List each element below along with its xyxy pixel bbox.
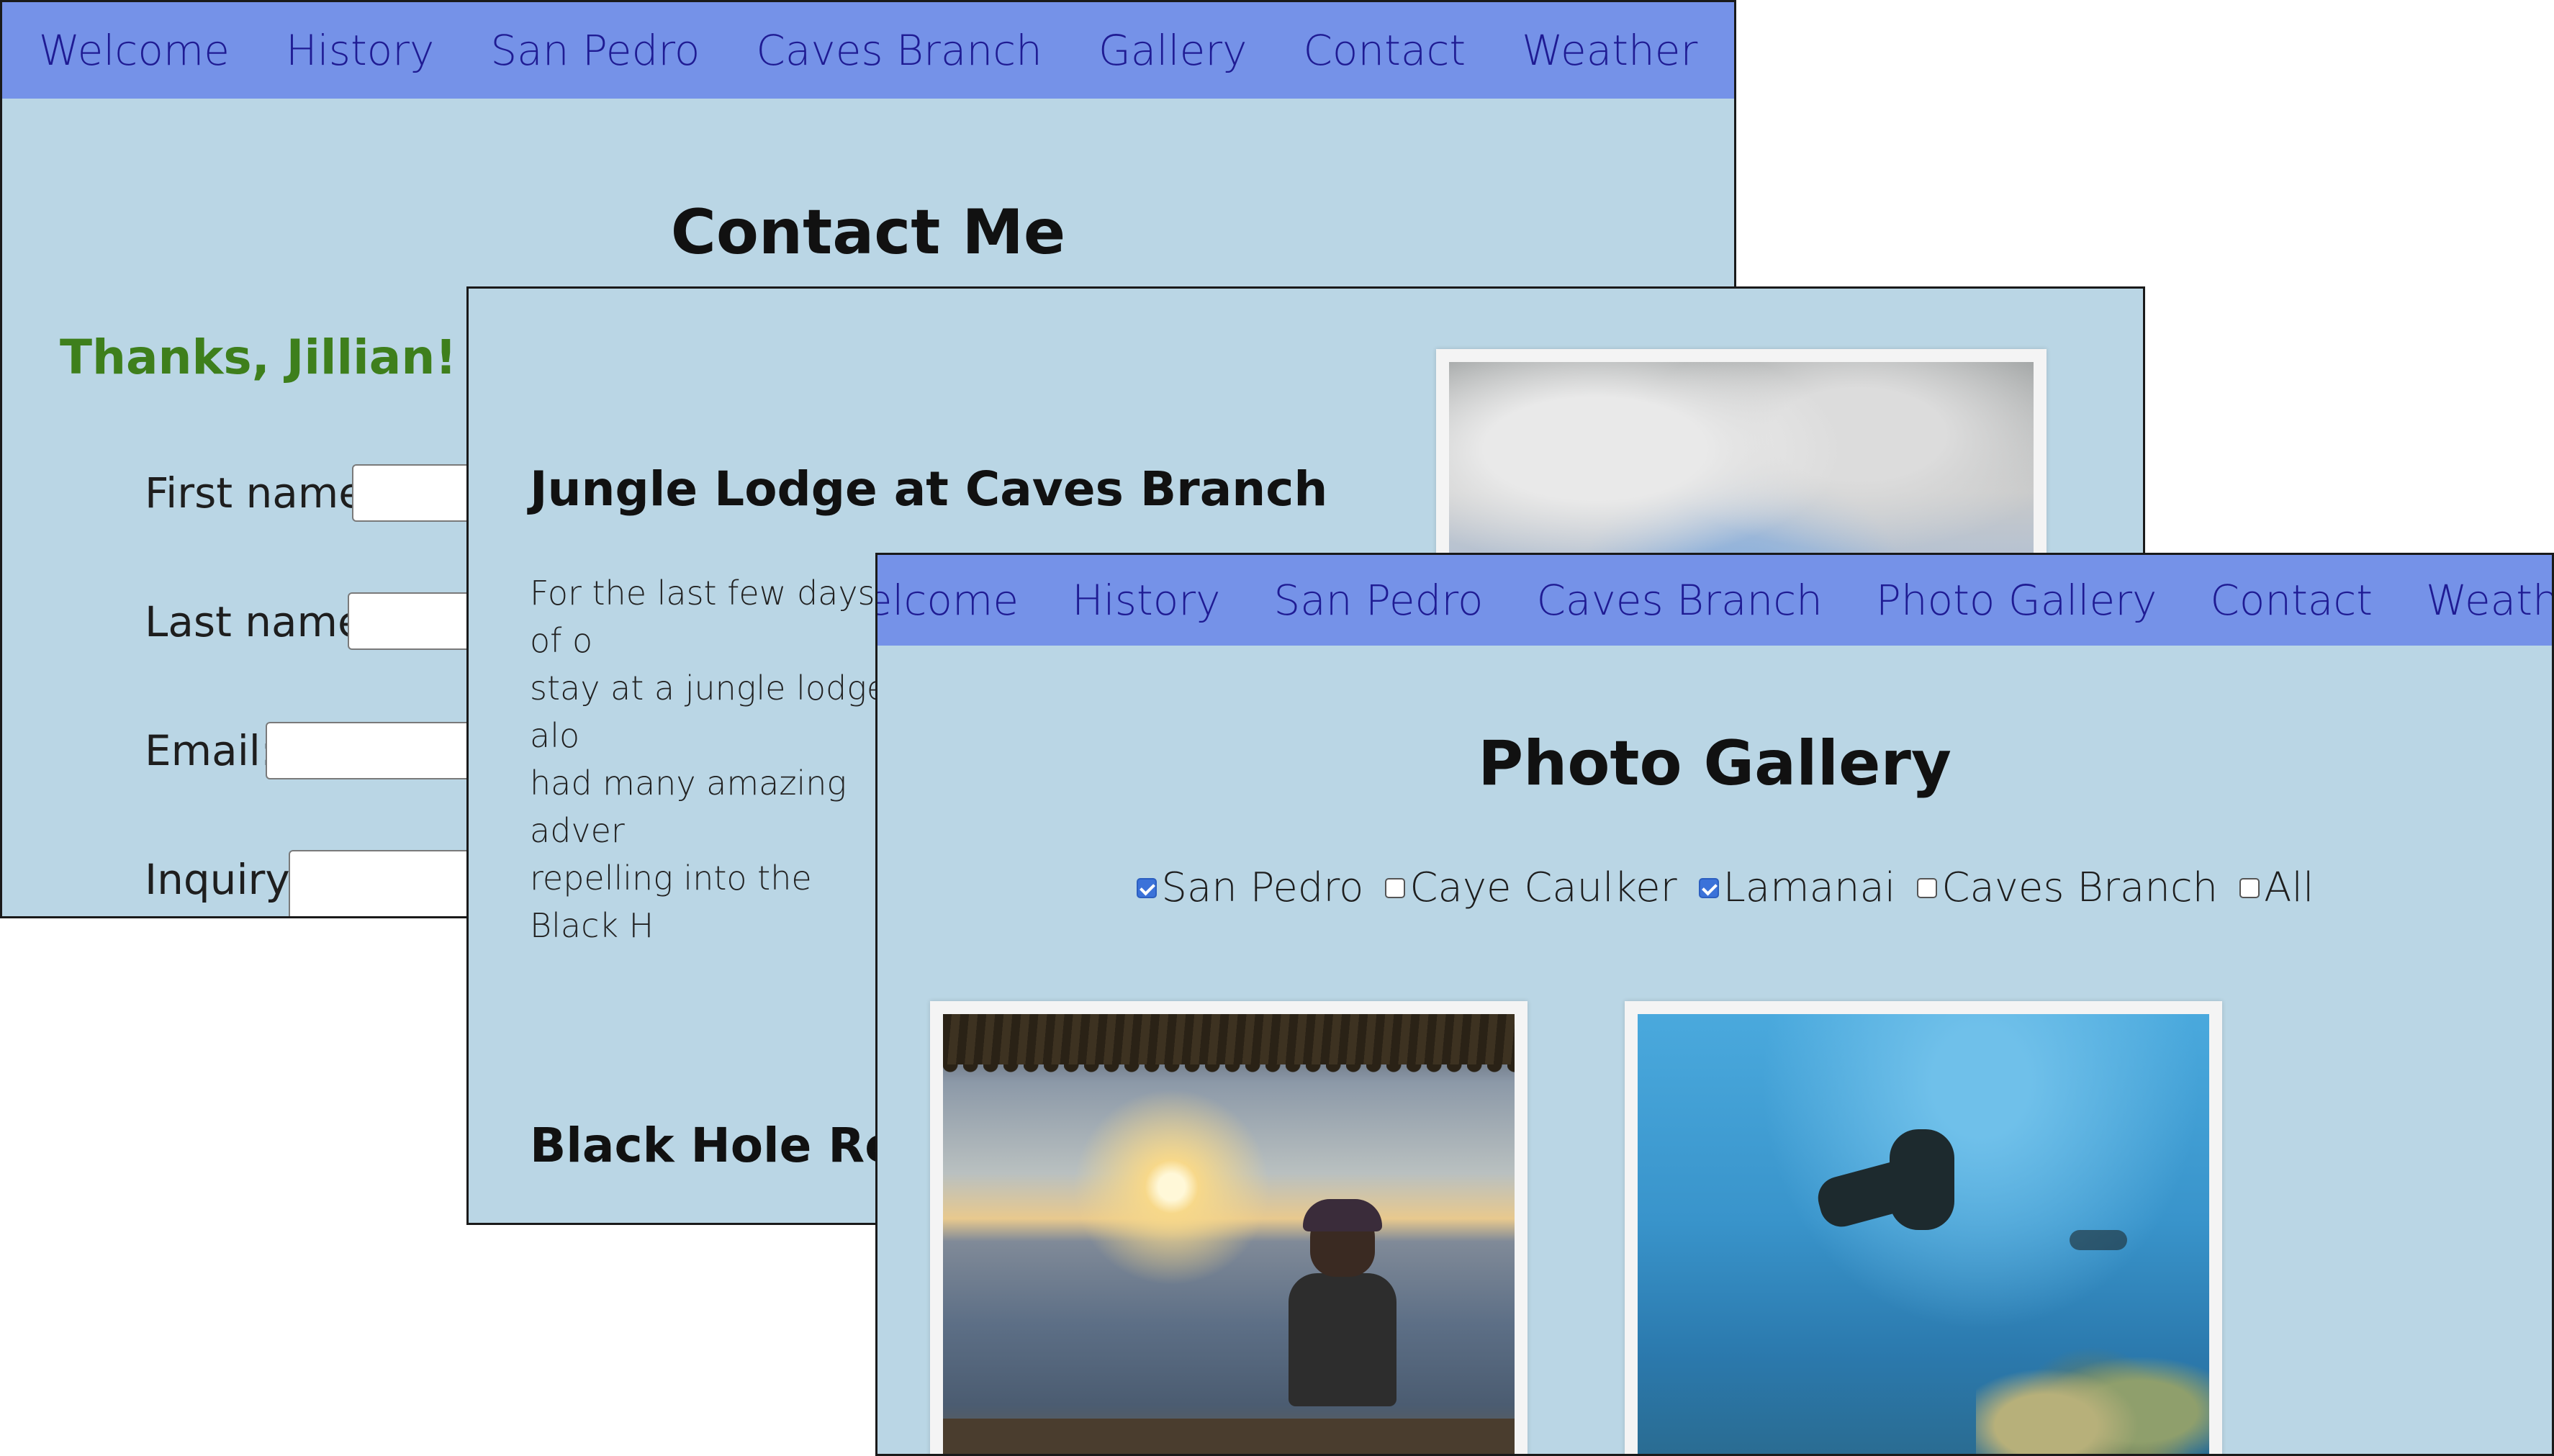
wooden-dock [943, 1419, 1515, 1454]
first-name-label: First name: [145, 469, 379, 517]
page-title: Photo Gallery [1478, 728, 1951, 800]
top-nav: Welcome History San Pedro Caves Branch G… [2, 2, 1734, 99]
page-title: Contact Me [670, 196, 1066, 268]
nav-weather[interactable]: Weather [2426, 576, 2552, 625]
sunset-image [943, 1014, 1515, 1454]
filter-caye-caulker-label[interactable]: Caye Caulker [1409, 864, 1677, 911]
paragraph-line: For the last few days of o [530, 574, 875, 660]
nav-photo-gallery[interactable]: Photo Gallery [1876, 576, 2157, 625]
nav-welcome[interactable]: Welcome [877, 576, 1019, 625]
coral-reef [1976, 1325, 2209, 1454]
email-label: Email: [145, 726, 275, 775]
filter-lamanai-checkbox[interactable] [1698, 877, 1719, 898]
filter-san-pedro-checkbox[interactable] [1137, 877, 1158, 898]
section-title-jungle-lodge: Jungle Lodge at Caves Branch [530, 461, 1328, 517]
gallery-photo-diving[interactable] [1625, 1001, 2222, 1454]
filter-caves-branch-checkbox[interactable] [1917, 877, 1938, 898]
gallery-photo-sunset[interactable] [930, 1001, 1528, 1454]
nav-san-pedro[interactable]: San Pedro [1273, 576, 1483, 625]
last-name-label: Last name: [145, 597, 378, 646]
nav-san-pedro[interactable]: San Pedro [490, 26, 700, 75]
diver-2 [1890, 1129, 1954, 1230]
inquiry-label: Inquiry: [145, 855, 302, 904]
diver-3 [2070, 1230, 2127, 1250]
nav-weather[interactable]: Weather [1522, 26, 1697, 75]
nav-gallery[interactable]: Gallery [1098, 26, 1247, 75]
nav-caves-branch[interactable]: Caves Branch [756, 26, 1042, 75]
nav-contact[interactable]: Contact [2210, 576, 2373, 625]
underwater-image [1638, 1014, 2209, 1454]
photo-gallery-page-window: Welcome History San Pedro Caves Branch P… [875, 553, 2554, 1456]
nav-caves-branch[interactable]: Caves Branch [1536, 576, 1822, 625]
filter-all-label[interactable]: All [2264, 864, 2314, 911]
filter-san-pedro-label[interactable]: San Pedro [1161, 864, 1363, 911]
paragraph-line: stay at a jungle lodge alo [530, 669, 888, 755]
gallery-filters: San Pedro Caye Caulker Lamanai Caves Bra… [877, 864, 2552, 911]
nav-history[interactable]: History [1072, 576, 1220, 625]
nav-history[interactable]: History [286, 26, 434, 75]
paragraph-line: repelling into the Black H [530, 859, 812, 945]
filter-caye-caulker-checkbox[interactable] [1385, 877, 1406, 898]
filter-all-checkbox[interactable] [2239, 877, 2260, 898]
seated-person [1289, 1199, 1396, 1406]
nav-welcome[interactable]: Welcome [39, 26, 230, 75]
paragraph-line: had many amazing adver [530, 764, 847, 850]
thatch-roof [943, 1014, 1515, 1085]
nav-contact[interactable]: Contact [1303, 26, 1466, 75]
section-paragraph: For the last few days of o stay at a jun… [530, 569, 904, 949]
filter-lamanai-label[interactable]: Lamanai [1723, 864, 1896, 911]
top-nav: Welcome History San Pedro Caves Branch P… [877, 555, 2552, 646]
filter-caves-branch-label[interactable]: Caves Branch [1941, 864, 2218, 911]
